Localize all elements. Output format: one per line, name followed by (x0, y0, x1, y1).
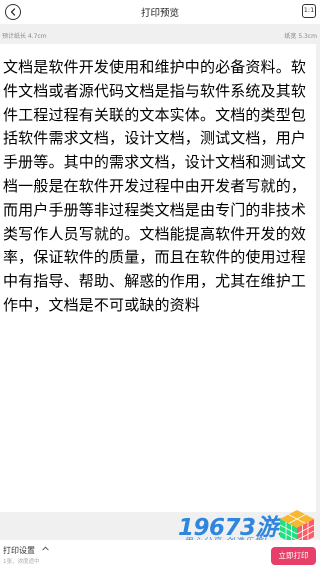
actual-size-button[interactable]: 1:1 (302, 4, 316, 18)
top-bar: 打印预览 1:1 (0, 0, 320, 24)
paper-info-row: 预计纸长 4.7cm 纸宽 5.3cm (0, 24, 320, 44)
print-preview-paper: 文档是软件开发使用和维护中的必备资料。软件文档或者源代码文档是指与软件系统及其软… (0, 44, 316, 512)
print-settings-button[interactable]: 打印设置 (3, 545, 35, 556)
document-text: 文档是软件开发使用和维护中的必备资料。软件文档或者源代码文档是指与软件系统及其软… (3, 58, 307, 314)
paper-width-label: 纸宽 5.3cm (284, 33, 317, 40)
print-now-button[interactable]: 立即打印 (271, 547, 316, 565)
bottom-bar: 打印设置 1张，浓度适中 立即打印 (0, 540, 320, 568)
settings-summary: 1张，浓度适中 (3, 559, 40, 565)
page-title: 打印预览 (140, 8, 179, 19)
paper-length-label: 预计纸长 4.7cm (2, 33, 47, 40)
chevron-up-icon[interactable] (42, 545, 49, 552)
